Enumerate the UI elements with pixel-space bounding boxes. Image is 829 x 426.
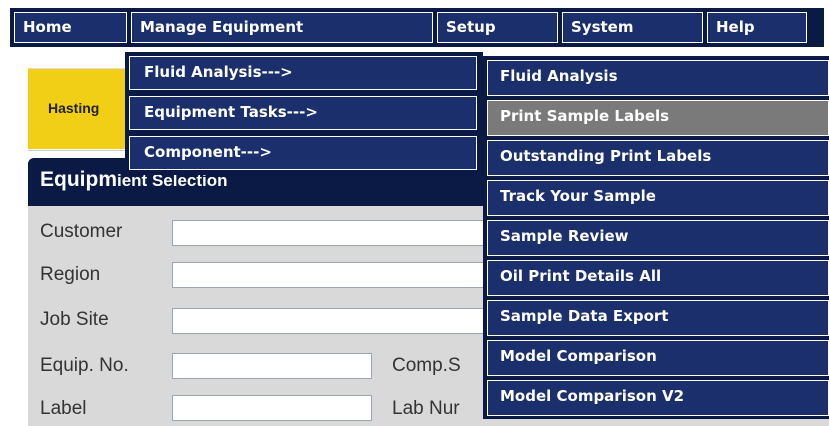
label-input[interactable] [172,395,372,421]
region-input[interactable] [172,262,492,288]
flyout-outstanding-print-labels[interactable]: Outstanding Print Labels [487,140,829,176]
flyout-oil-print-details-all[interactable]: Oil Print Details All [487,260,829,296]
flyout-fluid-analysis[interactable]: Fluid Analysis [487,60,829,96]
label-label: Label [40,398,87,419]
manage-equipment-dropdown: Fluid Analysis---> Equipment Tasks---> C… [125,52,483,175]
equip-no-input[interactable] [172,353,372,379]
flyout-print-sample-labels[interactable]: Print Sample Labels [487,100,829,136]
flyout-track-your-sample[interactable]: Track Your Sample [487,180,829,216]
flyout-sample-review[interactable]: Sample Review [487,220,829,256]
job-site-input[interactable] [172,308,492,334]
main-menubar: Home Manage Equipment Setup System Help [10,8,824,47]
panel-title-start: Equipm [40,168,117,191]
flyout-model-comparison-v2[interactable]: Model Comparison V2 [487,380,829,416]
submenu-fluid-analysis[interactable]: Fluid Analysis---> [129,56,477,90]
menu-manage-equipment[interactable]: Manage Equipment [131,12,433,43]
company-logo-text: Hasting [48,100,100,116]
menu-help[interactable]: Help [707,12,807,43]
flyout-sample-data-export[interactable]: Sample Data Export [487,300,829,336]
menu-setup[interactable]: Setup [437,12,558,43]
fluid-analysis-flyout: Fluid Analysis Print Sample Labels Outst… [483,56,829,419]
region-label: Region [40,264,101,285]
customer-input[interactable] [172,220,492,246]
job-site-label: Job Site [40,309,109,330]
submenu-component[interactable]: Component---> [129,136,477,170]
menu-home[interactable]: Home [14,12,127,43]
menu-system[interactable]: System [562,12,703,43]
submenu-equipment-tasks[interactable]: Equipment Tasks---> [129,96,477,130]
lab-number-label: Lab Nur [392,398,460,419]
equip-no-label: Equip. No. [40,355,129,376]
comp-serial-label: Comp.S [392,355,461,376]
flyout-model-comparison[interactable]: Model Comparison [487,340,829,376]
customer-label: Customer [40,221,123,242]
